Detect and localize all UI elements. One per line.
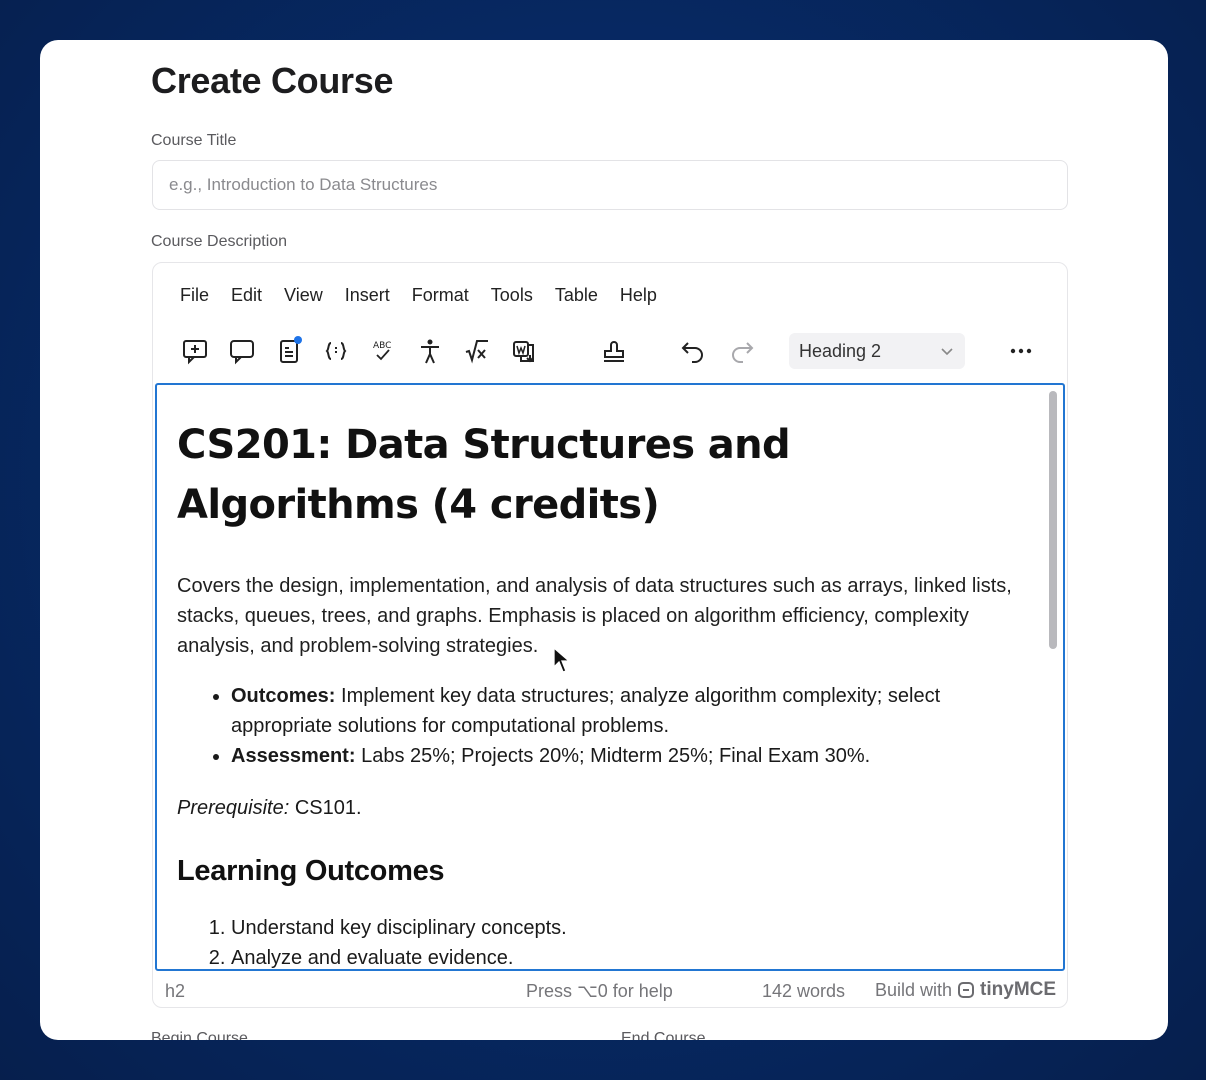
more-button[interactable] (1003, 333, 1039, 369)
help-hint: Press ⌥0 for help (526, 981, 673, 1001)
editor-content-area[interactable]: CS201: Data Structures and Algorithms (4… (155, 383, 1065, 971)
page-title: Create Course (151, 60, 394, 101)
list-item: Assessment: Labs 25%; Projects 20%; Midt… (231, 741, 1027, 771)
editor-menubar: File Edit View Insert Format Tools Table… (169, 283, 668, 311)
element-path[interactable]: h2 (165, 981, 185, 1002)
outcomes-list: Understand key disciplinary concepts. An… (177, 913, 1027, 969)
add-comment-button[interactable] (177, 333, 213, 369)
bullet-label: Assessment: (231, 745, 356, 767)
math-equation-button[interactable] (459, 333, 495, 369)
course-title-label: Course Title (151, 132, 237, 149)
editor-scrollbar[interactable] (1049, 387, 1061, 967)
block-format-value: Heading 2 (799, 340, 882, 361)
editor-statusbar: h2 Press ⌥0 for help 142 words Build wit… (153, 971, 1067, 1007)
document-subheading: Learning Outcomes (177, 855, 445, 887)
menu-insert[interactable]: Insert (334, 283, 401, 311)
revision-history-button[interactable] (271, 333, 307, 369)
bullet-label: Outcomes: (231, 685, 336, 707)
tinymce-branding[interactable]: Build with tinyMCE (875, 979, 1056, 1001)
document-bullet-list: Outcomes: Implement key data structures;… (177, 681, 1027, 771)
document-paragraph: Covers the design, implementation, and a… (177, 575, 1012, 657)
menu-tools[interactable]: Tools (480, 283, 544, 311)
prerequisite-value: CS101. (289, 797, 362, 819)
more-icon (1010, 348, 1032, 354)
add-comment-icon (183, 340, 207, 365)
chevron-down-icon (941, 348, 953, 356)
menu-file[interactable]: File (169, 283, 220, 311)
list-item: Outcomes: Implement key data structures;… (231, 681, 1027, 741)
menu-help[interactable]: Help (609, 283, 668, 311)
menu-edit[interactable]: Edit (220, 283, 273, 311)
undo-icon (681, 342, 703, 363)
editor-scrollbar-thumb[interactable] (1049, 391, 1057, 649)
merge-tags-button[interactable] (318, 333, 354, 369)
comments-icon (230, 340, 254, 365)
list-item: Understand key disciplinary concepts. (231, 913, 1027, 943)
rich-text-editor: File Edit View Insert Format Tools Table… (152, 262, 1068, 1008)
menu-format[interactable]: Format (401, 283, 480, 311)
comments-button[interactable] (224, 333, 260, 369)
import-word-icon (513, 341, 534, 363)
course-description-label: Course Description (151, 233, 288, 250)
course-title-input[interactable] (152, 160, 1068, 210)
editor-document: CS201: Data Structures and Algorithms (4… (177, 415, 1027, 969)
notification-dot (294, 336, 302, 344)
end-course-label: End Course (621, 1030, 706, 1040)
svg-text:ABC: ABC (373, 341, 391, 351)
brand-name: tinyMCE (980, 979, 1057, 1000)
prerequisite-line: Prerequisite: CS101. (177, 793, 1027, 823)
math-equation-icon (465, 340, 488, 364)
redo-icon (732, 342, 754, 363)
redo-button[interactable] (724, 333, 760, 369)
spellcheck-button[interactable]: ABC (365, 333, 401, 369)
accessibility-icon (421, 339, 439, 364)
menu-view[interactable]: View (273, 283, 334, 311)
document-heading: CS201: Data Structures and Algorithms (4… (177, 422, 791, 528)
spellcheck-icon: ABC (373, 341, 391, 361)
import-word-button[interactable] (506, 333, 542, 369)
bullet-text: Labs 25%; Projects 20%; Midterm 25%; Fin… (355, 745, 871, 767)
word-count[interactable]: 142 words (762, 981, 845, 1002)
accessibility-button[interactable] (412, 333, 448, 369)
stamp-icon (604, 341, 624, 362)
undo-button[interactable] (675, 333, 711, 369)
menu-table[interactable]: Table (544, 283, 609, 311)
stamp-button[interactable] (596, 333, 632, 369)
mouse-pointer-icon (553, 647, 571, 673)
prerequisite-label: Prerequisite: (177, 797, 290, 819)
editor-toolbar: ABC Heading 2 (169, 329, 1049, 373)
list-item: Analyze and evaluate evidence. (231, 943, 1027, 969)
tinymce-logo-icon (958, 982, 975, 998)
create-course-card: Create Course Course Title Course Descri… (40, 40, 1168, 1040)
block-format-select[interactable]: Heading 2 (789, 333, 965, 369)
begin-course-label: Begin Course (151, 1030, 248, 1040)
merge-tags-icon (325, 342, 347, 360)
bullet-text: Implement key data structures; analyze a… (231, 685, 941, 737)
build-with-text: Build with (875, 979, 953, 1000)
